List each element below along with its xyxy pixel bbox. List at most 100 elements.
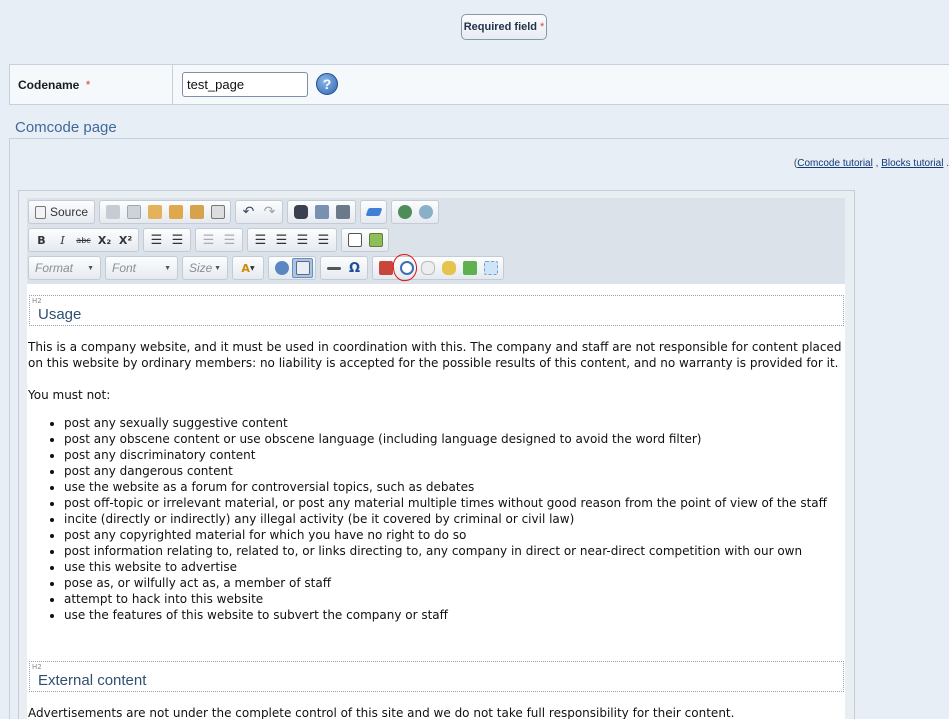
source-icon <box>35 205 46 219</box>
external-paragraph: Advertisements are not under the complet… <box>28 706 735 719</box>
image-icon <box>368 233 383 247</box>
size-select[interactable]: Size ▼ <box>182 256 228 280</box>
source-label: Source <box>50 205 89 219</box>
codename-row: Codename * test_page ? <box>9 64 949 105</box>
blocks-tutorial-link[interactable]: Blocks tutorial <box>881 158 943 169</box>
align-center-button[interactable]: ☰ <box>271 230 292 250</box>
italic-button[interactable]: I <box>52 230 73 250</box>
globe-alt-button[interactable] <box>415 202 436 222</box>
align-left-button[interactable]: ☰ <box>250 230 271 250</box>
heading-tag: H2 <box>32 663 42 671</box>
ghost-button[interactable] <box>292 258 313 278</box>
comcode-tutorial-link[interactable]: Comcode tutorial <box>797 158 873 169</box>
comcode-text-button[interactable] <box>480 258 501 278</box>
list-item: attempt to hack into this website <box>64 591 827 607</box>
bulleted-list-icon: ☰ <box>171 232 184 248</box>
required-field-badge: Required field * <box>461 14 547 40</box>
horizontal-rule-button[interactable] <box>323 258 344 278</box>
remove-format-button[interactable] <box>363 202 384 222</box>
comcode-tag-button[interactable] <box>438 258 459 278</box>
tag-icon <box>441 261 456 275</box>
font-select[interactable]: Font ▼ <box>105 256 178 280</box>
required-field-label: Required field <box>463 21 538 33</box>
list-item: pose as, or wilfully act as, a member of… <box>64 575 827 591</box>
format-select[interactable]: Format ▼ <box>28 256 101 280</box>
superscript-button[interactable]: X² <box>115 230 136 250</box>
codename-label-text: Codename <box>18 78 80 92</box>
text-color-chevron-down-icon: ▼ <box>249 264 255 272</box>
bold-button[interactable]: B <box>31 230 52 250</box>
globe-button[interactable] <box>394 202 415 222</box>
format-chevron-down-icon: ▼ <box>87 264 94 272</box>
list-item: post any copyrighted material for which … <box>64 527 827 543</box>
list-item: post any obscene content or use obscene … <box>64 431 827 447</box>
toolbar-row-3: Format ▼ Font ▼ Size ▼ A ▼ Ω <box>28 256 504 280</box>
codename-input[interactable]: test_page <box>182 72 308 97</box>
replace-button[interactable] <box>311 202 332 222</box>
text-color-button[interactable]: A ▼ <box>235 258 261 278</box>
align-right-button[interactable]: ☰ <box>292 230 313 250</box>
align-center-icon: ☰ <box>275 232 288 248</box>
bulleted-list-button[interactable]: ☰ <box>167 230 188 250</box>
list-item: post any discriminatory content <box>64 447 827 463</box>
spellcheck-button[interactable] <box>332 202 353 222</box>
paste-special-button[interactable] <box>207 202 228 222</box>
copy-button[interactable] <box>123 202 144 222</box>
block-button[interactable] <box>271 258 292 278</box>
codename-required-star: * <box>85 78 91 92</box>
paste-word-button[interactable] <box>186 202 207 222</box>
intro-paragraph: This is a company website, and it must b… <box>28 340 842 370</box>
tutorial-links: (Comcode tutorial , Blocks tutorial . <box>700 158 949 169</box>
redo-icon: ↷ <box>263 204 276 220</box>
paste-button[interactable] <box>144 202 165 222</box>
find-button[interactable] <box>290 202 311 222</box>
special-char-button[interactable]: Ω <box>344 258 365 278</box>
codename-label: Codename * <box>10 65 173 104</box>
toolbar-row-1: Source ↶ ↷ <box>28 200 440 224</box>
horizontal-rule-icon <box>326 266 341 270</box>
subscript-button[interactable]: X₂ <box>94 230 115 250</box>
text-icon <box>483 261 498 275</box>
editor-content[interactable]: H2 Usage This is a company website, and … <box>27 284 845 719</box>
heading-usage: Usage <box>38 306 82 323</box>
table-button[interactable] <box>344 230 365 250</box>
undo-button[interactable]: ↶ <box>238 202 259 222</box>
gear-icon <box>274 261 289 275</box>
justify-button[interactable]: ☰ <box>313 230 334 250</box>
globe-icon <box>397 205 412 219</box>
comcode-shield-button[interactable] <box>417 258 438 278</box>
outdent-button[interactable]: ☰ <box>198 230 219 250</box>
spellcheck-icon <box>335 205 350 219</box>
numbered-list-icon: ☰ <box>150 232 163 248</box>
required-star: * <box>540 21 545 33</box>
copy-icon <box>126 205 141 219</box>
numbered-list-button[interactable]: ☰ <box>146 230 167 250</box>
tutorial-links-sep: , <box>875 158 879 169</box>
globe-alt-icon <box>418 205 433 219</box>
indent-button[interactable]: ☰ <box>219 230 240 250</box>
cut-button[interactable] <box>102 202 123 222</box>
paste-text-button[interactable] <box>165 202 186 222</box>
picture-icon <box>462 261 477 275</box>
heading-block-external: H2 External content <box>29 661 844 692</box>
strikethrough-button[interactable]: abc <box>73 230 94 250</box>
format-select-text: Format <box>35 261 74 275</box>
ghost-icon <box>295 261 310 275</box>
help-icon[interactable]: ? <box>316 73 338 95</box>
size-chevron-down-icon: ▼ <box>214 264 221 272</box>
paste-icon <box>147 205 162 219</box>
undo-icon: ↶ <box>242 204 255 220</box>
list-item: post off-topic or irrelevant material, o… <box>64 495 827 511</box>
toolbar-row-2: B I abc X₂ X² ☰ ☰ ☰ ☰ ☰ ☰ ☰ ☰ <box>28 228 389 252</box>
outdent-icon: ☰ <box>202 232 215 248</box>
comcode-image-button[interactable] <box>459 258 480 278</box>
text-color-icon: A <box>241 261 250 275</box>
font-chevron-down-icon: ▼ <box>164 264 171 272</box>
eraser-icon <box>365 208 382 216</box>
box-icon <box>378 261 393 275</box>
image-button[interactable] <box>365 230 386 250</box>
shield-icon <box>420 261 435 275</box>
redo-button[interactable]: ↷ <box>259 202 280 222</box>
section-title: Comcode page <box>15 119 117 136</box>
source-button[interactable]: Source <box>31 202 92 222</box>
